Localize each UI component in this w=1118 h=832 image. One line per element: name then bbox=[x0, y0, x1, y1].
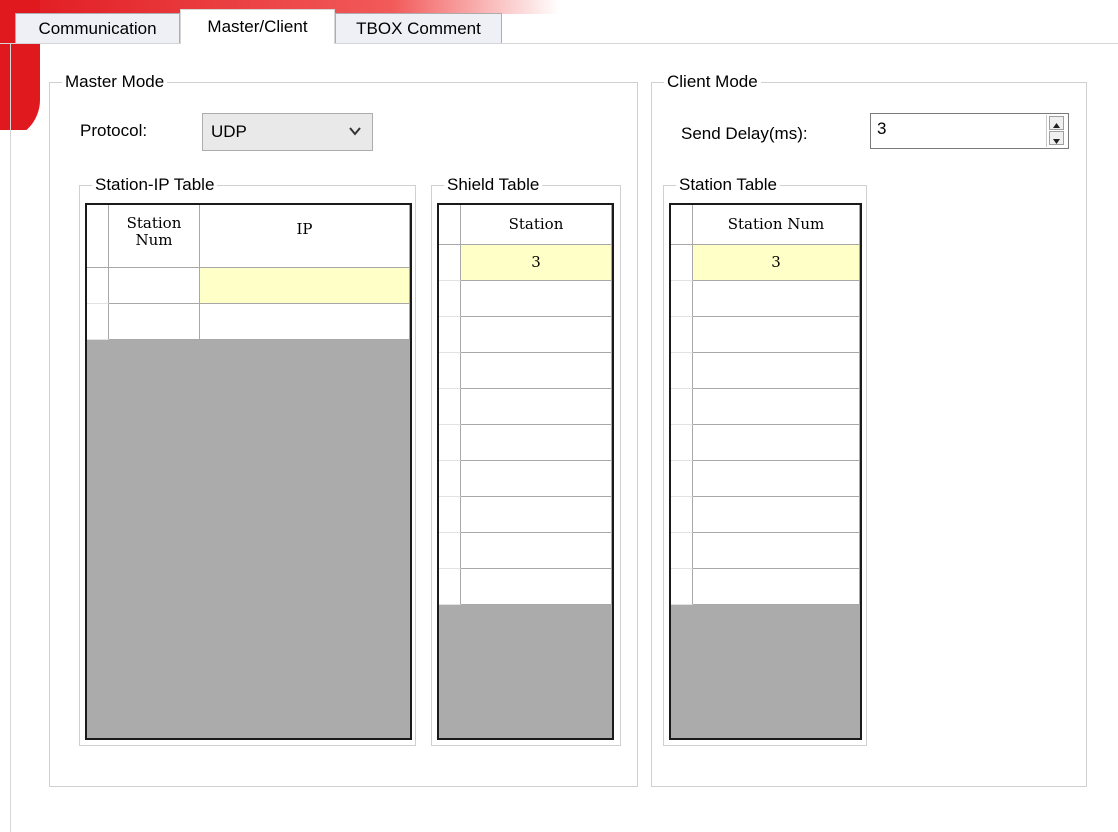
table-cell[interactable] bbox=[461, 533, 612, 569]
row-header[interactable] bbox=[87, 268, 109, 304]
row-header[interactable] bbox=[671, 317, 693, 353]
table-cell[interactable] bbox=[461, 353, 612, 389]
table-cell[interactable] bbox=[693, 353, 860, 389]
table-cell[interactable] bbox=[693, 497, 860, 533]
table-cell[interactable] bbox=[461, 461, 612, 497]
row-header[interactable] bbox=[439, 425, 461, 461]
increment-button[interactable] bbox=[1049, 116, 1064, 130]
row-header[interactable] bbox=[439, 569, 461, 605]
row-header[interactable] bbox=[671, 389, 693, 425]
master-mode-title: Master Mode bbox=[62, 71, 168, 93]
tab-communication[interactable]: Communication bbox=[15, 13, 180, 43]
send-delay-spinner[interactable]: 3 bbox=[870, 113, 1069, 149]
station-table-title: Station Table bbox=[676, 174, 780, 196]
table-cell[interactable] bbox=[109, 268, 200, 304]
shield-table-title: Shield Table bbox=[444, 174, 543, 196]
table-cell[interactable] bbox=[461, 425, 612, 461]
shield-grid[interactable]: Station 3 bbox=[437, 203, 614, 740]
corner-header bbox=[671, 205, 693, 245]
row-header[interactable] bbox=[87, 304, 109, 340]
table-cell[interactable] bbox=[693, 389, 860, 425]
row-header[interactable] bbox=[671, 497, 693, 533]
station-ip-grid[interactable]: Station Num IP bbox=[85, 203, 412, 740]
decrement-button[interactable] bbox=[1049, 131, 1064, 145]
row-header[interactable] bbox=[439, 281, 461, 317]
row-header[interactable] bbox=[671, 281, 693, 317]
table-cell-selected[interactable]: 3 bbox=[693, 245, 860, 281]
panel-border bbox=[10, 44, 11, 832]
chevron-down-icon bbox=[349, 127, 361, 136]
row-header[interactable] bbox=[671, 353, 693, 389]
tab-master-client[interactable]: Master/Client bbox=[180, 9, 335, 44]
corner-header bbox=[439, 205, 461, 245]
row-header[interactable] bbox=[439, 389, 461, 425]
row-header[interactable] bbox=[671, 461, 693, 497]
row-header[interactable] bbox=[439, 353, 461, 389]
table-cell[interactable] bbox=[693, 281, 860, 317]
row-header[interactable] bbox=[671, 425, 693, 461]
table-cell[interactable] bbox=[693, 425, 860, 461]
table-cell[interactable] bbox=[461, 497, 612, 533]
table-cell[interactable] bbox=[461, 389, 612, 425]
tab-strip: Communication Master/Client TBOX Comment bbox=[0, 0, 1118, 44]
send-delay-label: Send Delay(ms): bbox=[681, 124, 808, 143]
arrow-down-icon bbox=[1053, 139, 1060, 144]
row-header[interactable] bbox=[671, 569, 693, 605]
corner-header bbox=[87, 205, 109, 268]
table-cell[interactable] bbox=[693, 533, 860, 569]
station-ip-table-title: Station-IP Table bbox=[92, 174, 218, 196]
row-header[interactable] bbox=[671, 533, 693, 569]
column-header-station[interactable]: Station bbox=[461, 205, 612, 245]
row-header[interactable] bbox=[439, 461, 461, 497]
client-mode-title: Client Mode bbox=[664, 71, 761, 93]
protocol-select[interactable]: UDP bbox=[202, 113, 373, 151]
table-cell[interactable] bbox=[693, 569, 860, 605]
send-delay-value: 3 bbox=[877, 119, 887, 138]
table-cell[interactable] bbox=[461, 281, 612, 317]
row-header[interactable] bbox=[671, 245, 693, 281]
row-header[interactable] bbox=[439, 317, 461, 353]
column-header-station-num[interactable]: Station Num bbox=[109, 205, 200, 268]
table-cell[interactable] bbox=[693, 317, 860, 353]
table-cell[interactable] bbox=[461, 317, 612, 353]
table-cell-selected[interactable] bbox=[200, 268, 410, 304]
column-header-station-num[interactable]: Station Num bbox=[693, 205, 860, 245]
protocol-value: UDP bbox=[211, 122, 247, 141]
station-grid[interactable]: Station Num 3 bbox=[669, 203, 862, 740]
row-header[interactable] bbox=[439, 533, 461, 569]
table-cell[interactable] bbox=[693, 461, 860, 497]
row-header[interactable] bbox=[439, 245, 461, 281]
column-header-ip[interactable]: IP bbox=[200, 205, 410, 268]
row-header[interactable] bbox=[439, 497, 461, 533]
table-cell-selected[interactable]: 3 bbox=[461, 245, 612, 281]
table-cell[interactable] bbox=[109, 304, 200, 340]
protocol-label: Protocol: bbox=[80, 121, 148, 140]
tab-tbox-comment[interactable]: TBOX Comment bbox=[335, 13, 502, 43]
table-cell[interactable] bbox=[200, 304, 410, 340]
table-cell[interactable] bbox=[461, 569, 612, 605]
